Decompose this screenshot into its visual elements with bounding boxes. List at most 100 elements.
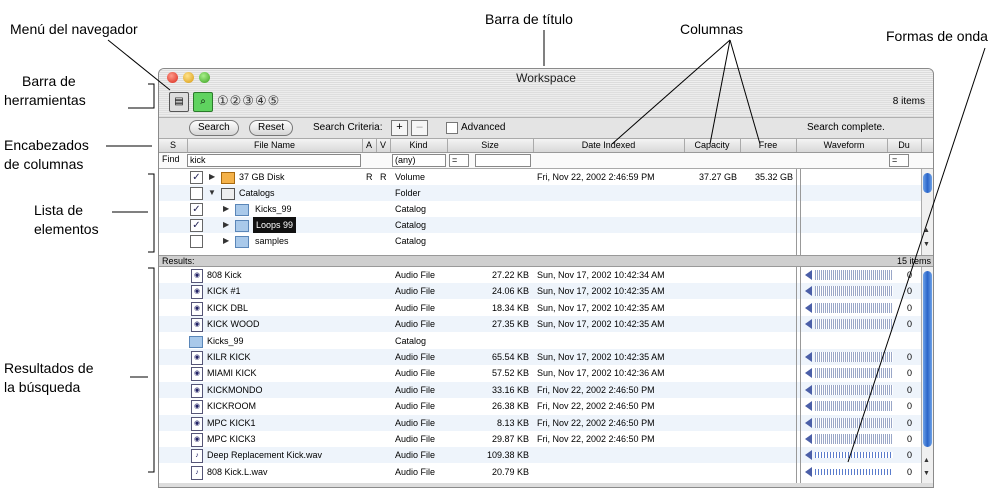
list-item[interactable]: ✓ ▶ Loops 99 Catalog	[159, 217, 921, 233]
play-preview-icon[interactable]	[805, 384, 812, 395]
result-row[interactable]: ◉ KICKROOM Audio File 26.38 KB Fri, Nov 22, …	[159, 398, 921, 415]
title-bar[interactable]: Workspace	[159, 69, 933, 87]
scroll-down-icon[interactable]: ▼	[923, 470, 930, 477]
col-header-kind[interactable]: Kind	[390, 139, 448, 152]
column-headers: S File Name A V Kind Size Date Indexed C…	[159, 139, 933, 153]
callout-item-list-2: elementos	[34, 221, 99, 237]
waveform-thumbnail[interactable]	[815, 417, 893, 428]
size-filter-input[interactable]	[475, 154, 531, 167]
play-preview-icon[interactable]	[805, 417, 812, 428]
remove-criteria-button[interactable]: –	[411, 120, 428, 136]
item-checkbox[interactable]	[190, 235, 203, 248]
col-header-duration[interactable]: Du	[887, 139, 922, 152]
callout-col-headers-1: Encabezados	[4, 137, 89, 153]
waveform-thumbnail[interactable]	[815, 452, 893, 459]
play-preview-icon[interactable]	[805, 466, 812, 477]
col-header-date-indexed[interactable]: Date Indexed	[533, 139, 685, 152]
disclosure-triangle-icon[interactable]: ▶	[209, 169, 215, 185]
waveform-thumbnail[interactable]	[815, 468, 893, 475]
list-item[interactable]: ▼ Catalogs Folder	[159, 185, 921, 201]
result-row[interactable]: ◉ MIAMI KICK Audio File 57.52 KB Sun, Nov 17…	[159, 365, 921, 382]
workspace-window: Workspace ▤ ⌕ ①②③④⑤ 8 items Search Reset…	[158, 68, 934, 488]
play-preview-icon[interactable]	[805, 434, 812, 444]
col-header-file-name[interactable]: File Name	[187, 139, 363, 152]
col-header-capacity[interactable]: Capacity	[684, 139, 741, 152]
disclosure-open-icon[interactable]: ▼	[208, 185, 216, 201]
column-divider	[796, 169, 797, 255]
col-header-waveform[interactable]: Waveform	[801, 139, 888, 152]
waveform-thumbnail[interactable]	[815, 270, 893, 280]
play-preview-icon[interactable]	[805, 270, 812, 280]
result-row[interactable]: Kicks_99 Catalog	[159, 333, 921, 349]
waveform-thumbnail[interactable]	[815, 384, 893, 395]
play-preview-icon[interactable]	[805, 368, 812, 379]
find-row: Find kick (any) = =	[159, 153, 933, 169]
item-kind: Catalog	[395, 236, 427, 246]
result-kind: Audio File	[395, 319, 436, 330]
results-scrollbar[interactable]: ▲ ▼	[921, 267, 933, 483]
workspace-number-buttons[interactable]: ①②③④⑤	[217, 93, 280, 109]
bracket-item-list	[148, 173, 155, 253]
reset-button[interactable]: Reset	[249, 120, 294, 136]
waveform-thumbnail[interactable]	[815, 401, 893, 412]
item-checkbox-checked[interactable]: ✓	[190, 171, 203, 184]
browser-menu-button[interactable]: ▤	[169, 92, 189, 112]
play-preview-icon[interactable]	[805, 319, 812, 330]
result-row[interactable]: ♪ 808 Kick.L.wav Audio File 20.79 KB 0	[159, 464, 921, 480]
bracket-toolbar	[148, 83, 155, 109]
scroll-up-icon[interactable]: ▲	[923, 457, 930, 464]
disclosure-triangle-icon[interactable]: ▶	[223, 233, 229, 249]
advanced-checkbox[interactable]	[446, 122, 458, 134]
col-header-s[interactable]: S	[159, 139, 188, 152]
result-date: Fri, Nov 22, 2002 2:46:50 PM	[537, 384, 655, 395]
scroll-down-icon[interactable]: ▼	[923, 241, 930, 248]
waveform-thumbnail[interactable]	[815, 368, 893, 379]
search-button[interactable]: Search	[189, 120, 239, 136]
result-row[interactable]: ♪ Deep Replacement Kick.wav Audio File 109.…	[159, 447, 921, 464]
col-header-free[interactable]: Free	[740, 139, 797, 152]
play-preview-icon[interactable]	[805, 450, 812, 461]
result-name: 808 Kick	[207, 270, 242, 280]
list-item[interactable]: ✓ ▶ 37 GB Disk R R Volume Fri, Nov 22, 2…	[159, 169, 921, 185]
play-preview-icon[interactable]	[805, 286, 812, 297]
item-checkbox-checked[interactable]: ✓	[190, 203, 203, 216]
item-checkbox[interactable]	[190, 187, 203, 200]
col-header-v[interactable]: V	[376, 139, 391, 152]
name-filter-input[interactable]: kick	[187, 154, 361, 167]
play-preview-icon[interactable]	[805, 302, 812, 313]
play-preview-icon[interactable]	[805, 401, 812, 412]
result-row[interactable]: ◉ MPC KICK3 Audio File 29.87 KB Fri, Nov 22,…	[159, 431, 921, 447]
result-size: 20.79 KB	[491, 466, 529, 477]
waveform-thumbnail[interactable]	[815, 434, 893, 444]
col-header-size[interactable]: Size	[447, 139, 534, 152]
waveform-thumbnail[interactable]	[815, 319, 893, 330]
result-row[interactable]: ◉ KICK #1 Audio File 24.06 KB Sun, Nov 17, 2…	[159, 283, 921, 300]
result-row[interactable]: ◉ 808 Kick Audio File 27.22 KB Sun, Nov 17, …	[159, 267, 921, 283]
result-row[interactable]: ◉ KICK DBL Audio File 18.34 KB Sun, Nov 17, …	[159, 300, 921, 316]
find-toggle-button[interactable]: ⌕	[193, 92, 213, 112]
list-item[interactable]: ✓ ▶ Kicks_99 Catalog	[159, 201, 921, 217]
result-row[interactable]: ◉ KICKMONDO Audio File 33.16 KB Fri, Nov 22,…	[159, 381, 921, 398]
waveform-thumbnail[interactable]	[815, 352, 893, 362]
scroll-thumb[interactable]	[923, 271, 932, 447]
play-preview-icon[interactable]	[805, 352, 812, 362]
item-checkbox-checked[interactable]: ✓	[190, 219, 203, 232]
disclosure-triangle-icon[interactable]: ▶	[223, 201, 229, 217]
result-row[interactable]: ◉ KICK WOOD Audio File 27.35 KB Sun, Nov 17,…	[159, 316, 921, 333]
scroll-up-icon[interactable]: ▲	[923, 227, 930, 234]
size-operator-select[interactable]: =	[449, 154, 469, 167]
waveform-thumbnail[interactable]	[815, 302, 893, 313]
add-criteria-button[interactable]: +	[391, 120, 408, 136]
list-item[interactable]: ▶ samples Catalog	[159, 233, 921, 249]
waveform-thumbnail[interactable]	[815, 286, 893, 297]
result-row[interactable]: ◉ MPC KICK1 Audio File 8.13 KB Fri, Nov 22, …	[159, 414, 921, 431]
scroll-thumb[interactable]	[923, 173, 932, 193]
kind-filter-select[interactable]: (any)	[392, 154, 446, 167]
duration-operator-select[interactable]: =	[889, 154, 909, 167]
result-row[interactable]: ◉ KILR KICK Audio File 65.54 KB Sun, Nov 17,…	[159, 349, 921, 365]
disclosure-triangle-icon[interactable]: ▶	[223, 217, 229, 233]
col-header-a[interactable]: A	[362, 139, 377, 152]
item-list-scrollbar[interactable]: ▲ ▼	[921, 169, 933, 255]
result-kind: Audio File	[395, 352, 436, 362]
result-date: Sun, Nov 17, 2002 10:42:36 AM	[537, 368, 665, 379]
